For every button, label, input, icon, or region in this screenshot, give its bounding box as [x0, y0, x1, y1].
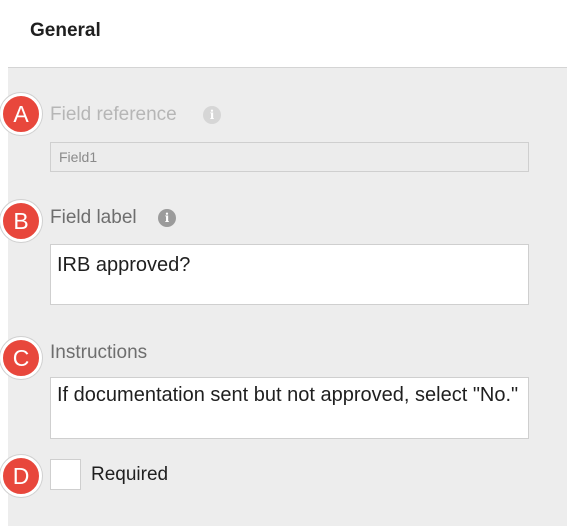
callout-marker-c: C	[0, 337, 42, 379]
instructions-input[interactable]: If documentation sent but not approved, …	[50, 377, 529, 439]
info-icon[interactable]: i	[203, 106, 221, 124]
field-properties-page: General A Field reference i B Field labe…	[0, 0, 567, 526]
field-reference-label: Field reference	[50, 104, 177, 125]
info-icon[interactable]: i	[158, 209, 176, 227]
field-label-input[interactable]: IRB approved?	[50, 244, 529, 305]
callout-marker-d: D	[0, 455, 42, 497]
instructions-label: Instructions	[50, 342, 148, 363]
callout-marker-b: B	[0, 200, 42, 242]
field-label-label: Field label	[50, 207, 137, 228]
section-header: General	[0, 0, 567, 67]
section-title: General	[30, 20, 101, 41]
required-label[interactable]: Required	[91, 464, 168, 486]
callout-marker-a: A	[0, 93, 42, 135]
required-checkbox[interactable]	[50, 459, 81, 490]
field-reference-input	[50, 142, 529, 172]
